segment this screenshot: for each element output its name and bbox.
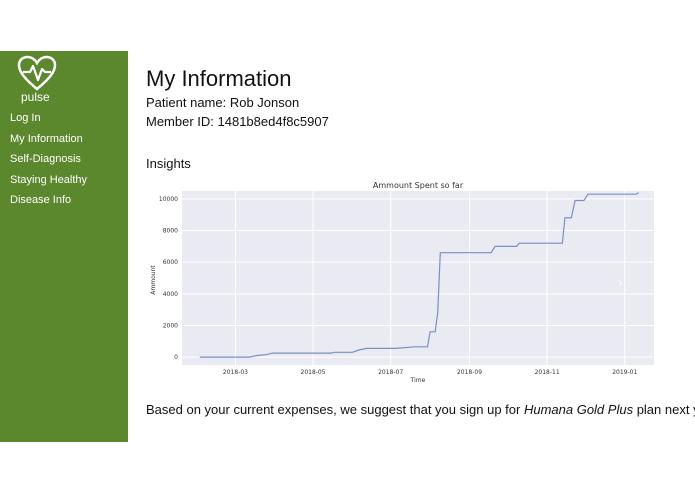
- x-tick-label: 2018-11: [535, 369, 560, 376]
- suggestion-suffix: plan next year.: [636, 402, 695, 417]
- y-axis-label: Ammount: [150, 265, 157, 295]
- y-tick-label: 2000: [163, 322, 178, 329]
- x-tick-label: 2018-03: [223, 369, 248, 376]
- sidebar: pulse Log In My Information Self-Diagnos…: [0, 51, 128, 442]
- x-axis-label: Time: [410, 377, 426, 384]
- insights-heading: Insights: [146, 156, 191, 171]
- suggestion-plan: Humana Gold Plus: [523, 402, 634, 417]
- chevron-right-icon[interactable]: ›: [618, 274, 623, 290]
- x-tick-label: 2018-07: [378, 369, 403, 376]
- patient-name: Patient name: Rob Jonson: [146, 95, 300, 110]
- chart-title: Ammount Spent so far: [373, 181, 464, 190]
- spending-chart: 0 2000 4000 6000 8000 10000 2018-03 2018-05 2018…: [150, 181, 654, 384]
- x-tick-label: 2018-05: [301, 369, 326, 376]
- member-id: Member ID: 1481b8ed4f8c5907: [146, 114, 329, 129]
- y-tick-label: 10000: [159, 196, 178, 203]
- y-tick-label: 8000: [163, 228, 178, 235]
- sidebar-item-self-diagnosis[interactable]: Self-Diagnosis: [10, 153, 81, 165]
- chevron-left-icon[interactable]: ‹: [179, 274, 184, 290]
- x-tick-label: 2018-09: [457, 369, 482, 376]
- suggestion-text: Based on your current expenses, we sugge…: [146, 402, 695, 417]
- x-tick-label: 2019-01: [612, 369, 637, 376]
- y-tick-label: 4000: [163, 291, 178, 298]
- sidebar-item-staying-healthy[interactable]: Staying Healthy: [10, 174, 87, 186]
- plot-area: [182, 191, 654, 365]
- y-tick-label: 6000: [163, 259, 178, 266]
- suggestion-prefix: Based on your current expenses, we sugge…: [146, 402, 524, 417]
- sidebar-item-log-in[interactable]: Log In: [10, 112, 41, 124]
- sidebar-item-disease-info[interactable]: Disease Info: [10, 194, 71, 206]
- heart-pulse-icon[interactable]: [17, 55, 57, 91]
- brand-name: pulse: [21, 90, 50, 104]
- y-tick-label: 0: [174, 354, 178, 361]
- sidebar-item-my-information[interactable]: My Information: [10, 133, 83, 145]
- page-title: My Information: [146, 66, 292, 91]
